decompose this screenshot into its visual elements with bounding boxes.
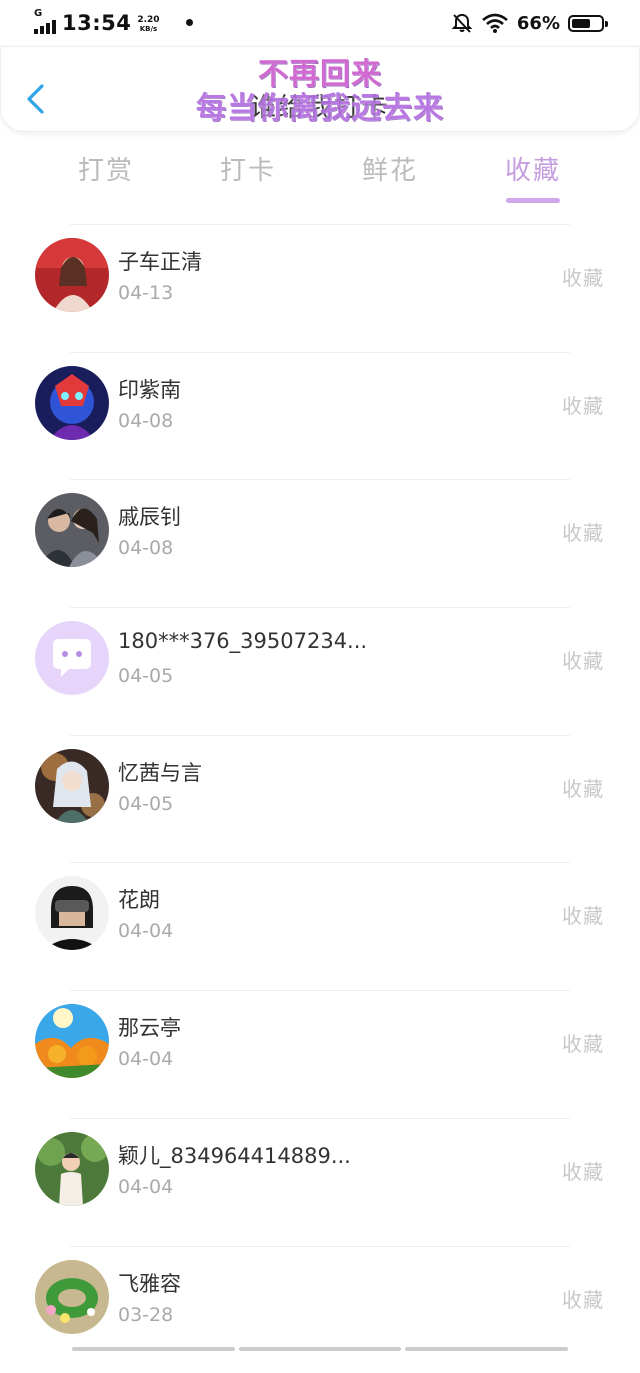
date-label: 04-04 [118,1176,173,1198]
favorite-action[interactable]: 收藏 [562,645,604,674]
tab-flowers[interactable]: 鲜花 [330,150,450,187]
network-speed: 2.20 KB/s [137,16,159,34]
tab-favorites[interactable]: 收藏 [473,150,593,187]
network-type: G [34,8,42,19]
date-label: 04-05 [118,793,173,815]
battery-percent: 66% [517,13,560,34]
bottom-scroll-indicator [72,1347,568,1351]
list-item[interactable]: 颖儿_834964414889... 04-04 收藏 [0,1118,640,1246]
divider [70,1246,570,1247]
divider [70,862,570,863]
favorite-action[interactable]: 收藏 [562,517,604,546]
avatar[interactable] [35,366,109,440]
user-name: 戚辰钊 [118,501,181,531]
list-item[interactable]: 那云亭 04-04 收藏 [0,990,640,1118]
favorite-action[interactable]: 收藏 [562,262,604,291]
network-speed-value: 2.20 [137,16,159,25]
user-name: 飞雅容 [118,1268,181,1298]
list-item[interactable]: 飞雅容 03-28 收藏 [0,1246,640,1373]
divider [70,735,570,736]
network-speed-unit: KB/s [137,25,159,34]
user-name: 花朗 [118,884,160,914]
avatar[interactable] [35,876,109,950]
default-chat-icon[interactable] [35,621,109,695]
avatar[interactable] [35,1004,109,1078]
favorite-action[interactable]: 收藏 [562,900,604,929]
avatar[interactable] [35,1260,109,1334]
favorite-action[interactable]: 收藏 [562,390,604,419]
status-bar: G 13:54 2.20 KB/s 66% [0,0,640,50]
favorite-action[interactable]: 收藏 [562,773,604,802]
avatar[interactable] [35,493,109,567]
page-header: 谁给我打卡 不再回来 每当你离我远去来 [0,46,640,132]
date-label: 04-05 [118,665,173,687]
list-item[interactable]: 戚辰钊 04-08 收藏 [0,479,640,607]
user-name: 180***376_39507234... [118,629,367,653]
mute-bell-icon [451,12,473,34]
favorite-action[interactable]: 收藏 [562,1284,604,1313]
user-name: 那云亭 [118,1012,181,1042]
user-name: 颖儿_834964414889... [118,1140,351,1170]
active-tab-indicator [506,198,560,203]
battery-icon [568,15,604,32]
divider [70,224,570,225]
date-label: 03-28 [118,1304,173,1326]
avatar[interactable] [35,238,109,312]
battery-level-fill [572,19,590,28]
status-right: 66% [451,12,604,34]
date-label: 04-08 [118,537,173,559]
tab-checkin[interactable]: 打卡 [188,150,308,187]
divider [70,479,570,480]
avatar[interactable] [35,749,109,823]
list-item[interactable]: 180***376_39507234... 04-05 收藏 [0,607,640,735]
list-item[interactable]: 忆茜与言 04-05 收藏 [0,735,640,863]
signal-icon [34,20,56,34]
divider [70,990,570,991]
favorite-action[interactable]: 收藏 [562,1028,604,1057]
watermark-text-bottom: 每当你离我远去来 [1,83,639,127]
user-name: 子车正清 [118,246,202,276]
avatar[interactable] [35,1132,109,1206]
date-label: 04-13 [118,282,173,304]
date-label: 04-04 [118,920,173,942]
clock: 13:54 [62,12,131,34]
notification-dot [186,19,193,26]
status-left: G 13:54 2.20 KB/s [34,10,160,34]
favorites-list: 子车正清 04-13 收藏 印紫南 04-08 收藏 戚辰钊 04-08 [0,224,640,1373]
date-label: 04-04 [118,1048,173,1070]
user-name: 印紫南 [118,374,181,404]
wifi-icon [481,12,509,34]
date-label: 04-08 [118,410,173,432]
tab-bar: 打赏 打卡 鲜花 收藏 [0,150,640,210]
list-item[interactable]: 子车正清 04-13 收藏 [0,224,640,352]
divider [70,352,570,353]
tab-reward[interactable]: 打赏 [46,150,166,187]
user-name: 忆茜与言 [118,757,202,787]
list-item[interactable]: 花朗 04-04 收藏 [0,862,640,990]
favorite-action[interactable]: 收藏 [562,1156,604,1185]
divider [70,1118,570,1119]
divider [70,607,570,608]
list-item[interactable]: 印紫南 04-08 收藏 [0,352,640,480]
